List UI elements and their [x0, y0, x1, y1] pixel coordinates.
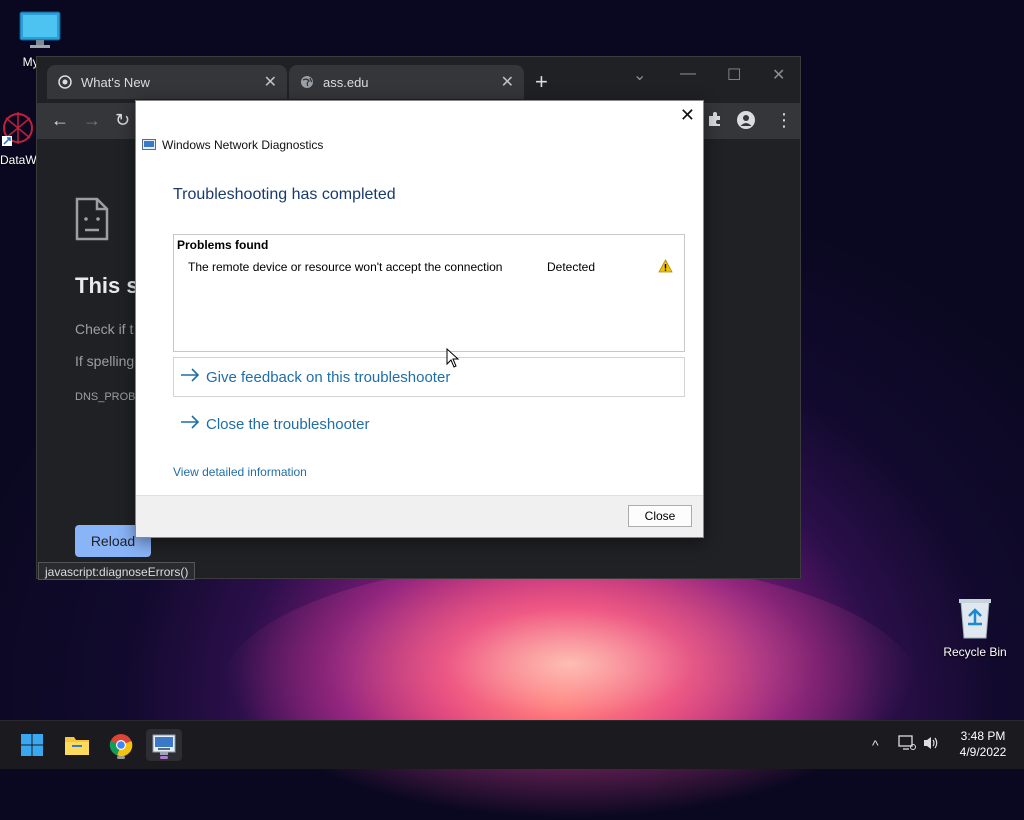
- arrow-right-icon: [180, 415, 200, 433]
- window-close-icon[interactable]: ✕: [772, 65, 785, 85]
- globe-icon: [299, 74, 315, 90]
- warning-icon: [658, 259, 673, 278]
- minimize-icon[interactable]: —: [680, 65, 696, 83]
- problems-found-box: Problems found The remote device or reso…: [173, 234, 685, 352]
- tab-strip: What's New ✕ ass.edu ✕ + ⌄ — ☐ ✕: [37, 57, 800, 103]
- folder-icon: [65, 737, 89, 755]
- network-diagnostics-icon: [152, 734, 176, 755]
- taskbar-clock[interactable]: 3:48 PM 4/9/2022: [944, 728, 1022, 760]
- dialog-title-text: Windows Network Diagnostics: [162, 138, 324, 152]
- show-hidden-icons-chevron-icon[interactable]: ^: [872, 737, 879, 753]
- taskbar-file-explorer[interactable]: [59, 729, 95, 761]
- dialog-close-icon[interactable]: ✕: [680, 105, 695, 126]
- arrow-right-icon: [180, 368, 200, 386]
- profile-icon[interactable]: [737, 111, 755, 132]
- close-icon[interactable]: ✕: [501, 72, 514, 92]
- menu-dots-icon[interactable]: ⋮: [775, 111, 793, 129]
- taskbar-chrome[interactable]: [103, 729, 139, 761]
- back-arrow-icon[interactable]: ←: [51, 111, 69, 129]
- link-label: Give feedback on this troubleshooter: [206, 368, 451, 386]
- sad-document-icon: [75, 197, 109, 246]
- clock-time: 3:48 PM: [960, 729, 1006, 743]
- network-icon[interactable]: [898, 735, 916, 754]
- tab-ass-edu[interactable]: ass.edu ✕: [289, 65, 524, 99]
- close-icon[interactable]: ✕: [264, 72, 277, 92]
- problem-description[interactable]: The remote device or resource won't acce…: [188, 260, 502, 274]
- windows-logo-icon: [21, 734, 43, 756]
- dialog-footer: Close: [136, 495, 703, 537]
- monitor-icon: [19, 11, 61, 48]
- taskbar: ^ 3:48 PM 4/9/2022: [0, 720, 1024, 769]
- network-diagnostics-dialog: ✕ Windows Network Diagnostics Troublesho…: [135, 100, 704, 538]
- running-indicator: [117, 756, 125, 759]
- error-hint-line: Check if t: [75, 321, 134, 337]
- chrome-icon: [109, 734, 133, 757]
- dialog-heading: Troubleshooting has completed: [173, 186, 396, 203]
- forward-arrow-icon[interactable]: →: [83, 111, 101, 129]
- running-indicator: [160, 756, 168, 759]
- dialog-title: Windows Network Diagnostics: [142, 138, 323, 152]
- tab-whats-new[interactable]: What's New ✕: [47, 65, 287, 99]
- recycle-bin-icon: [959, 599, 991, 639]
- chrome-icon: [57, 74, 73, 90]
- extensions-icon[interactable]: [707, 111, 723, 130]
- link-label: Close the troubleshooter: [206, 415, 370, 433]
- taskbar-network-diagnostics[interactable]: [146, 729, 182, 761]
- desktop-icon-recycle-bin[interactable]: Recycle Bin: [935, 596, 1015, 659]
- error-hint-line: If spelling: [75, 353, 135, 369]
- tab-title: What's New: [81, 74, 150, 90]
- tab-search-icon[interactable]: ⌄: [633, 65, 646, 85]
- new-tab-button[interactable]: +: [535, 71, 548, 93]
- datawarrior-icon: [2, 112, 33, 146]
- mouse-cursor-icon: [446, 347, 460, 373]
- reload-icon[interactable]: ↻: [115, 111, 130, 129]
- tab-title: ass.edu: [323, 74, 369, 90]
- desktop-icon-label: Recycle Bin: [943, 645, 1007, 659]
- status-bubble: javascript:diagnoseErrors(): [38, 562, 196, 580]
- wallpaper-glow: [220, 560, 920, 820]
- network-diagnostics-icon: [142, 139, 156, 150]
- problems-header: Problems found: [177, 238, 269, 252]
- give-feedback-link[interactable]: Give feedback on this troubleshooter: [173, 357, 685, 397]
- error-code: DNS_PROB: [75, 391, 136, 403]
- maximize-icon[interactable]: ☐: [727, 65, 741, 85]
- volume-icon[interactable]: [922, 735, 940, 754]
- close-troubleshooter-link[interactable]: Close the troubleshooter: [173, 404, 685, 444]
- close-button[interactable]: Close: [628, 505, 692, 527]
- start-button[interactable]: [14, 729, 50, 761]
- clock-date: 4/9/2022: [959, 745, 1007, 759]
- view-detailed-information-link[interactable]: View detailed information: [173, 465, 307, 479]
- problem-status: Detected: [547, 260, 596, 274]
